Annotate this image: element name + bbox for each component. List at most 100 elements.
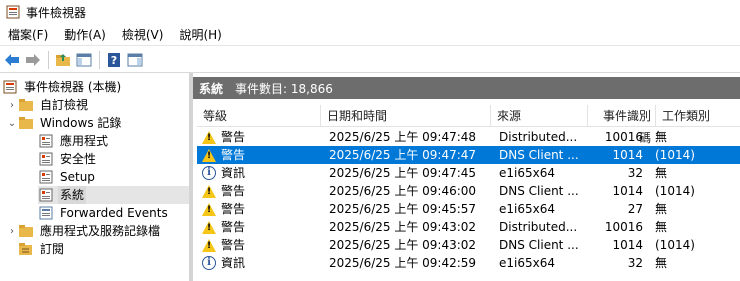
forward-arrow-icon[interactable] bbox=[23, 50, 43, 70]
event-datetime: 2025/6/25 上午 09:47:47 bbox=[329, 148, 477, 162]
show-action-pane-icon[interactable] bbox=[125, 50, 145, 70]
tree-item-label: 訂閱 bbox=[40, 242, 65, 256]
event-datetime: 2025/6/25 上午 09:47:48 bbox=[329, 130, 477, 144]
info-icon: i bbox=[201, 255, 217, 271]
event-source: DNS Client ... bbox=[499, 238, 579, 252]
tree-item-system[interactable]: 系統 bbox=[38, 186, 189, 204]
console-tree: 事件檢視器 (本機) › 自訂檢視 ⌄ Windows 記錄 應用程式 安全性 … bbox=[0, 77, 189, 281]
events-grid-header: 等級 日期和時間 來源 事件識別碼 工作類別 bbox=[197, 104, 740, 145]
event-id: 32 bbox=[627, 166, 643, 180]
event-source: Distributed... bbox=[499, 220, 578, 234]
event-count: 事件數目: 18,866 bbox=[235, 81, 333, 96]
tree-item-security[interactable]: 安全性 bbox=[38, 150, 98, 168]
chevron-down-icon[interactable]: ⌄ bbox=[6, 118, 18, 129]
up-folder-icon[interactable] bbox=[53, 50, 73, 70]
help-icon[interactable]: ? bbox=[104, 50, 124, 70]
event-row[interactable]: i 資訊 2025/6/25 上午 09:47:45 e1i65x64 32 無 bbox=[197, 164, 740, 182]
warning-icon bbox=[201, 201, 217, 217]
toolbar: ? bbox=[0, 47, 740, 73]
event-datetime: 2025/6/25 上午 09:47:45 bbox=[329, 166, 477, 180]
event-row[interactable]: 警告 2025/6/25 上午 09:45:57 e1i65x64 27 無 bbox=[197, 200, 740, 218]
tree-item-label: 自訂檢視 bbox=[40, 98, 89, 112]
event-level: 警告 bbox=[221, 220, 246, 234]
warning-icon bbox=[201, 183, 217, 199]
event-category: (1014) bbox=[655, 184, 695, 198]
tree-item-setup[interactable]: Setup bbox=[38, 168, 97, 186]
event-category: 無 bbox=[655, 130, 668, 144]
log-icon bbox=[38, 169, 54, 185]
menu-view[interactable]: 檢視(V) bbox=[114, 24, 172, 46]
warning-icon bbox=[201, 237, 217, 253]
event-row[interactable]: 警告 2025/6/25 上午 09:47:48 Distributed... … bbox=[197, 128, 740, 146]
tree-item-label: 系統 bbox=[58, 186, 87, 204]
event-id: 32 bbox=[627, 256, 643, 270]
event-level: 警告 bbox=[221, 130, 246, 144]
event-id: 1014 bbox=[612, 184, 643, 198]
menu-bar: 檔案(F) 動作(A) 檢視(V) 說明(H) bbox=[0, 24, 740, 46]
menu-help[interactable]: 說明(H) bbox=[171, 24, 229, 46]
tree-item-apps-and-services-logs[interactable]: › 應用程式及服務記錄檔 bbox=[6, 222, 162, 240]
event-category: 無 bbox=[655, 256, 668, 270]
column-header-event-id[interactable]: 事件識別碼 bbox=[588, 104, 656, 145]
tree-item-custom-views[interactable]: › 自訂檢視 bbox=[6, 96, 90, 114]
title-bar: 事件檢視器 bbox=[0, 0, 740, 24]
window-title: 事件檢視器 bbox=[26, 5, 87, 20]
log-name: 系統 bbox=[199, 81, 224, 96]
event-id: 10016 bbox=[604, 220, 643, 234]
event-id: 10016 bbox=[604, 130, 643, 144]
event-source: Distributed... bbox=[499, 130, 578, 144]
log-icon bbox=[38, 187, 54, 203]
event-viewer-icon bbox=[6, 5, 20, 19]
event-row[interactable]: 警告 2025/6/25 上午 09:43:02 Distributed... … bbox=[197, 218, 740, 236]
warning-icon bbox=[201, 129, 217, 145]
toolbar-separator bbox=[99, 50, 100, 69]
show-hide-console-tree-icon[interactable] bbox=[74, 50, 94, 70]
tree-item-event-viewer-local[interactable]: 事件檢視器 (本機) bbox=[2, 78, 123, 96]
chevron-right-icon[interactable]: › bbox=[6, 100, 18, 111]
tree-item-label: Forwarded Events bbox=[60, 206, 168, 220]
toolbar-separator bbox=[48, 50, 49, 69]
menu-file[interactable]: 檔案(F) bbox=[0, 24, 56, 46]
subscription-icon bbox=[18, 241, 34, 257]
event-level: 警告 bbox=[221, 184, 246, 198]
event-level: 資訊 bbox=[221, 166, 246, 180]
log-view: 系統 事件數目: 18,866 等級 日期和時間 來源 事件識別碼 工作類別 警… bbox=[193, 77, 740, 281]
event-datetime: 2025/6/25 上午 09:45:57 bbox=[329, 202, 477, 216]
tree-item-subscriptions[interactable]: 訂閱 bbox=[18, 240, 66, 258]
event-source: e1i65x64 bbox=[499, 166, 555, 180]
tree-item-label: 應用程式及服務記錄檔 bbox=[40, 224, 161, 238]
event-level: 警告 bbox=[221, 238, 246, 252]
tree-item-label: 應用程式 bbox=[60, 134, 109, 148]
event-id: 1014 bbox=[612, 238, 643, 252]
event-id: 27 bbox=[627, 202, 643, 216]
event-id: 1014 bbox=[612, 148, 643, 162]
event-row[interactable]: 警告 2025/6/25 上午 09:43:02 DNS Client ... … bbox=[197, 236, 740, 254]
menu-action[interactable]: 動作(A) bbox=[56, 24, 114, 46]
event-source: DNS Client ... bbox=[499, 148, 579, 162]
chevron-right-icon[interactable]: › bbox=[6, 226, 18, 237]
column-header-source[interactable]: 來源 bbox=[491, 104, 588, 127]
event-datetime: 2025/6/25 上午 09:43:02 bbox=[329, 220, 477, 234]
log-icon bbox=[38, 151, 54, 167]
event-category: (1014) bbox=[655, 238, 695, 252]
column-header-datetime[interactable]: 日期和時間 bbox=[321, 104, 491, 127]
event-row[interactable]: 警告 2025/6/25 上午 09:46:00 DNS Client ... … bbox=[197, 182, 740, 200]
event-row[interactable]: i 資訊 2025/6/25 上午 09:42:59 e1i65x64 32 無 bbox=[197, 254, 740, 272]
event-level: 警告 bbox=[221, 148, 246, 162]
warning-icon bbox=[201, 219, 217, 235]
event-source: e1i65x64 bbox=[499, 256, 555, 270]
event-category: 無 bbox=[655, 202, 668, 216]
back-arrow-icon[interactable] bbox=[2, 50, 22, 70]
tree-item-label: Setup bbox=[60, 170, 95, 184]
tree-item-label: Windows 記錄 bbox=[40, 116, 122, 130]
info-icon: i bbox=[201, 165, 217, 181]
tree-item-application[interactable]: 應用程式 bbox=[38, 132, 110, 150]
tree-item-forwarded-events[interactable]: Forwarded Events bbox=[38, 204, 170, 222]
column-header-task-category[interactable]: 工作類別 bbox=[656, 105, 740, 127]
event-category: 無 bbox=[655, 220, 668, 234]
tree-item-windows-logs[interactable]: ⌄ Windows 記錄 bbox=[6, 114, 123, 132]
tree-item-label: 事件檢視器 (本機) bbox=[24, 80, 122, 94]
column-header-level[interactable]: 等級 bbox=[197, 104, 321, 127]
event-category: 無 bbox=[655, 166, 668, 180]
event-row-selected[interactable]: 警告 2025/6/25 上午 09:47:47 DNS Client ... … bbox=[197, 146, 740, 164]
